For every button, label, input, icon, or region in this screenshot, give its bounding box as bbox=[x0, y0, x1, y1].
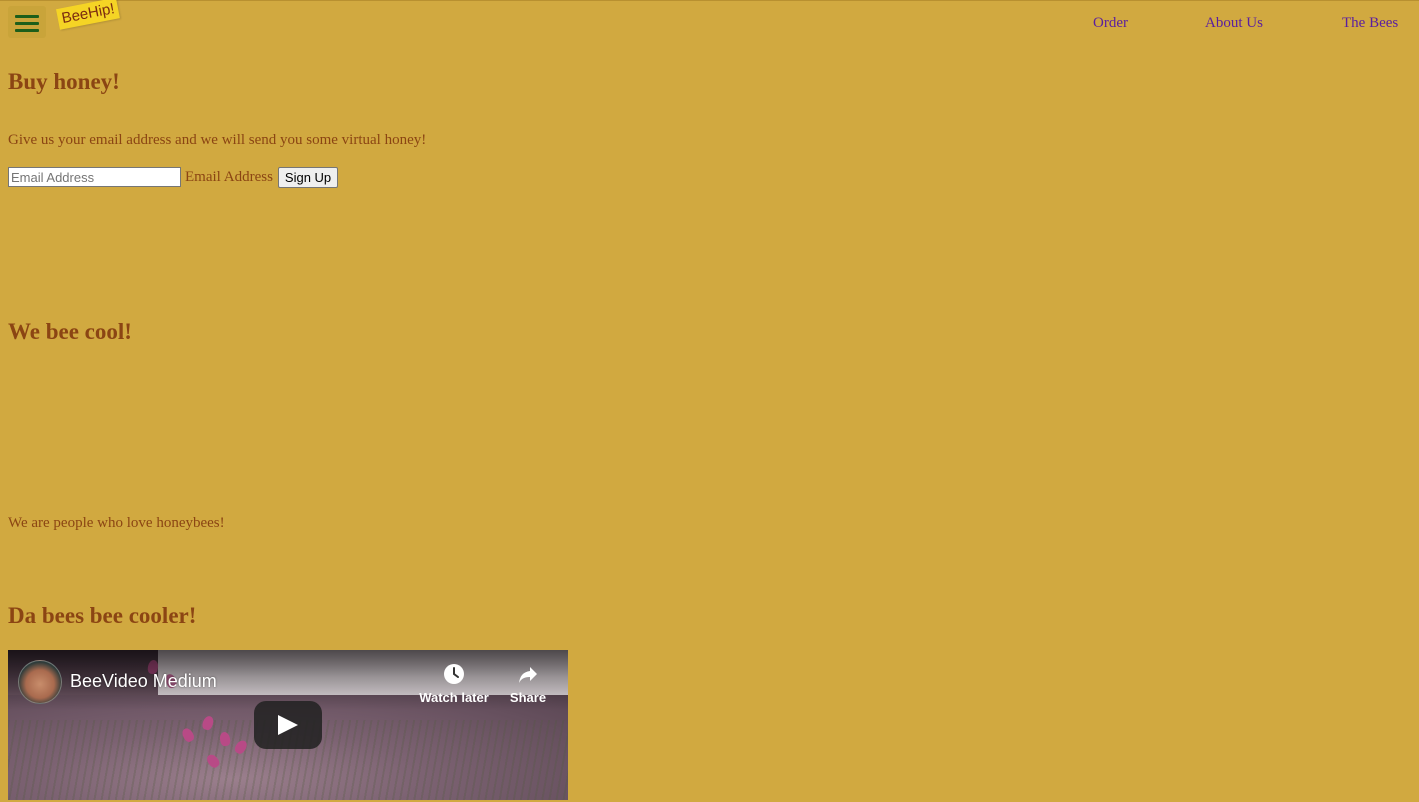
menu-line bbox=[15, 29, 39, 32]
video-title[interactable]: BeeVideo Medium bbox=[70, 671, 217, 692]
channel-avatar[interactable] bbox=[18, 660, 62, 704]
nav-link-order[interactable]: Order bbox=[1093, 15, 1128, 32]
email-input[interactable] bbox=[8, 167, 181, 187]
share-label: Share bbox=[509, 690, 547, 705]
signup-form: Email Address Sign Up bbox=[8, 166, 339, 188]
menu-line bbox=[15, 22, 39, 25]
watch-later-label: Watch later bbox=[419, 690, 489, 705]
about-text: We are people who love honeybees! bbox=[8, 515, 225, 531]
bees-cooler-heading: Da bees bee cooler! bbox=[8, 603, 197, 628]
clock-icon bbox=[444, 664, 464, 684]
top-bar: BeeHip! Order About Us The Bees bbox=[0, 0, 1419, 47]
email-label: Email Address bbox=[185, 168, 273, 185]
play-icon bbox=[278, 715, 298, 735]
we-bee-cool-heading: We bee cool! bbox=[8, 319, 132, 344]
hamburger-menu-icon[interactable] bbox=[8, 6, 46, 38]
buy-honey-heading: Buy honey! bbox=[8, 69, 120, 94]
nav-link-about-us[interactable]: About Us bbox=[1205, 15, 1263, 32]
share-button[interactable]: Share bbox=[504, 662, 552, 705]
nav-link-the-bees[interactable]: The Bees bbox=[1342, 15, 1398, 32]
site-logo[interactable]: BeeHip! bbox=[55, 0, 121, 30]
sign-up-button[interactable]: Sign Up bbox=[277, 166, 339, 188]
buy-honey-intro: Give us your email address and we will s… bbox=[8, 132, 427, 148]
share-arrow-icon bbox=[519, 667, 537, 683]
play-button[interactable] bbox=[254, 701, 322, 749]
video-embed[interactable]: BeeVideo Medium Watch later Share bbox=[8, 650, 568, 800]
watch-later-button[interactable]: Watch later bbox=[418, 662, 490, 705]
menu-line bbox=[15, 15, 39, 18]
